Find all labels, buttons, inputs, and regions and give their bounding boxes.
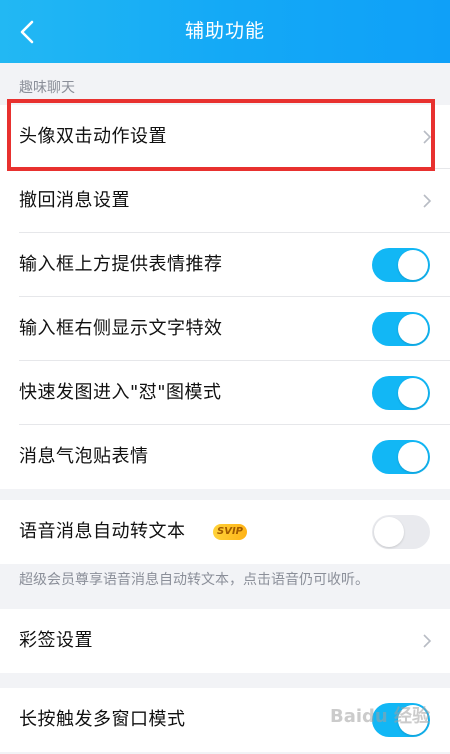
toggle-knob: [398, 250, 428, 280]
quick-image-mode-row: 快速发图进入"怼"图模式: [0, 361, 450, 425]
title-bar: 辅助功能: [0, 0, 450, 63]
voice-to-text-toggle[interactable]: [372, 515, 430, 549]
page-title: 辅助功能: [184, 20, 265, 42]
row-label: 头像双击动作设置: [19, 126, 167, 147]
watermark: Baidu 经验: [330, 706, 431, 727]
svip-badge: SVIP: [213, 524, 247, 540]
toggle-knob: [374, 517, 404, 547]
toggle-knob: [398, 378, 428, 408]
emoji-recommend-row: 输入框上方提供表情推荐: [0, 233, 450, 297]
text-effect-toggle[interactable]: [372, 312, 430, 346]
svip-note: 超级会员尊享语音消息自动转文本，点击语音仍可收听。: [19, 572, 369, 588]
row-label: 撤回消息设置: [19, 190, 130, 211]
row-label: 输入框上方提供表情推荐: [19, 254, 223, 275]
avatar-double-click-setting[interactable]: 头像双击动作设置: [0, 105, 450, 169]
color-sign-setting[interactable]: 彩签设置: [0, 609, 450, 673]
toggle-knob: [398, 314, 428, 344]
row-label: 长按触发多窗口模式: [19, 709, 186, 730]
chevron-right-icon: [423, 130, 432, 144]
quick-image-mode-toggle[interactable]: [372, 376, 430, 410]
row-label: 输入框右侧显示文字特效: [19, 318, 223, 339]
row-label: 语音消息自动转文本: [19, 521, 186, 542]
voice-to-text-row: 语音消息自动转文本 SVIP: [0, 500, 450, 564]
emoji-recommend-toggle[interactable]: [372, 248, 430, 282]
chevron-right-icon: [423, 194, 432, 208]
bubble-sticker-row: 消息气泡贴表情: [0, 425, 450, 489]
row-label: 快速发图进入"怼"图模式: [19, 382, 222, 403]
recall-message-setting[interactable]: 撤回消息设置: [0, 169, 450, 233]
row-label: 消息气泡贴表情: [19, 446, 149, 467]
chevron-right-icon: [423, 634, 432, 648]
row-label: 彩签设置: [19, 630, 93, 651]
section-label: 趣味聊天: [19, 80, 75, 96]
toggle-knob: [398, 442, 428, 472]
bubble-sticker-toggle[interactable]: [372, 440, 430, 474]
text-effect-row: 输入框右侧显示文字特效: [0, 297, 450, 361]
